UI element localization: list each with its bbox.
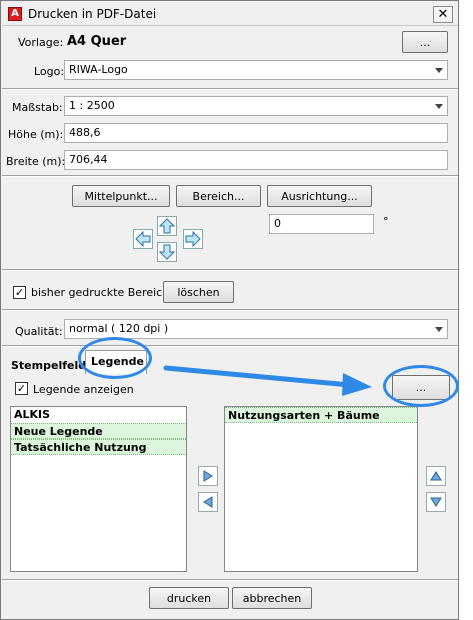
highlight-arrow-icon: [163, 365, 372, 396]
